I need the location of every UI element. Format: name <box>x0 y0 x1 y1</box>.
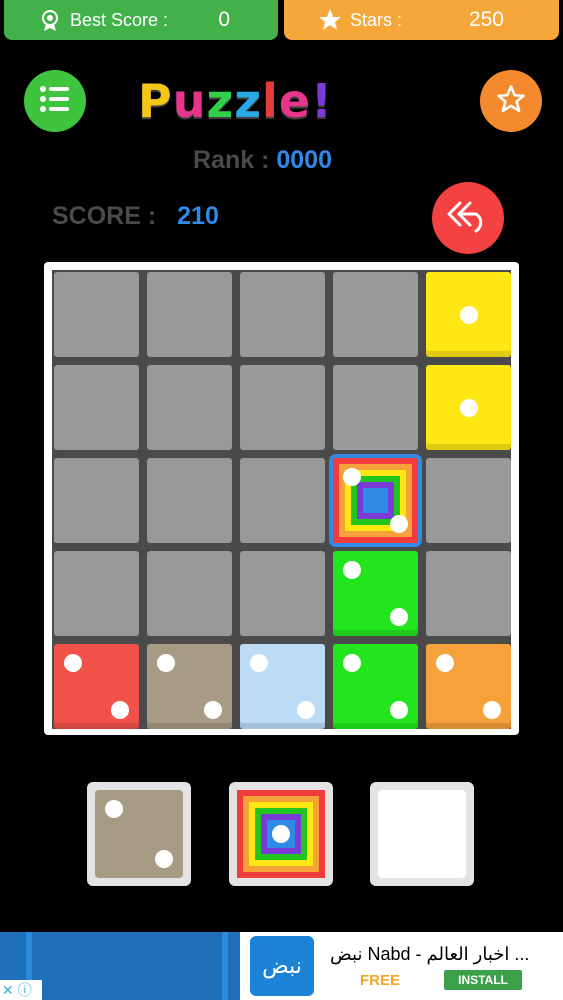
board-cell-empty[interactable] <box>54 458 139 543</box>
board-cell-empty[interactable] <box>240 458 325 543</box>
board-cell-empty[interactable] <box>240 272 325 357</box>
board-tile[interactable] <box>333 644 418 729</box>
game-board <box>44 262 519 735</box>
list-icon <box>39 85 71 118</box>
board-cell-empty[interactable] <box>333 365 418 450</box>
pip <box>342 467 361 486</box>
pip <box>459 398 478 417</box>
pip <box>111 701 130 720</box>
game-logo: Puzzle! <box>138 76 428 126</box>
board-tile[interactable] <box>147 644 232 729</box>
board-tile[interactable] <box>426 644 511 729</box>
star-icon <box>318 8 342 32</box>
logo-letter: z <box>234 74 263 128</box>
pip <box>342 560 361 579</box>
score-display: SCORE : 210 <box>52 202 219 231</box>
rank-value: 0000 <box>276 146 332 174</box>
best-score-bar: Best Score : 0 <box>4 0 278 40</box>
pip <box>63 653 82 672</box>
undo-icon <box>446 199 490 238</box>
tray-piece[interactable] <box>378 790 466 878</box>
board-cell-empty[interactable] <box>333 272 418 357</box>
board-cell-empty[interactable] <box>147 458 232 543</box>
info-icon[interactable]: ⓘ <box>18 980 32 1000</box>
board-cell-empty[interactable] <box>147 272 232 357</box>
logo-letter: ! <box>311 74 333 128</box>
board-cell-empty[interactable] <box>54 365 139 450</box>
board-tile[interactable] <box>240 644 325 729</box>
board-cell-empty[interactable] <box>426 551 511 636</box>
ad-title: نبض Nabd - اخبار العالم ... <box>330 944 530 964</box>
ad-free-label: FREE <box>360 972 401 989</box>
tray-slot-2[interactable] <box>229 782 333 886</box>
board-cell-empty[interactable] <box>240 365 325 450</box>
undo-button[interactable] <box>432 182 504 254</box>
close-icon[interactable]: ✕ <box>2 982 14 999</box>
tray-slot-3[interactable] <box>370 782 474 886</box>
pip <box>390 608 409 627</box>
board-grid <box>52 270 511 729</box>
board-tile[interactable] <box>54 644 139 729</box>
medal-icon <box>38 8 62 32</box>
board-cell-empty[interactable] <box>426 458 511 543</box>
board-cell-empty[interactable] <box>147 365 232 450</box>
stars-label: Stars : <box>350 9 403 30</box>
board-tile[interactable] <box>333 458 418 543</box>
pip <box>297 701 316 720</box>
board-cell-empty[interactable] <box>147 551 232 636</box>
score-value: 210 <box>177 202 219 230</box>
pip <box>154 849 173 868</box>
pip <box>105 800 124 819</box>
score-label: SCORE : <box>52 202 157 230</box>
star-outline-icon <box>496 84 526 119</box>
pip <box>204 701 223 720</box>
logo-letter: z <box>206 74 235 128</box>
pip <box>249 653 268 672</box>
logo-letter: P <box>138 74 173 128</box>
stars-value: 250 <box>468 8 504 31</box>
board-cell-empty[interactable] <box>240 551 325 636</box>
ad-install-button[interactable]: INSTALL <box>444 970 522 990</box>
ad-app-logo: نبض <box>250 936 314 996</box>
pip <box>390 701 409 720</box>
menu-button[interactable] <box>24 70 86 132</box>
board-tile[interactable] <box>333 551 418 636</box>
board-tile[interactable] <box>426 365 511 450</box>
pip <box>156 653 175 672</box>
tray-piece[interactable] <box>95 790 183 878</box>
logo-letter: l <box>262 74 279 128</box>
best-score-label: Best Score : <box>70 9 169 30</box>
logo-letter: u <box>172 74 207 128</box>
tray-slot-1[interactable] <box>87 782 191 886</box>
logo-letter: e <box>278 74 312 128</box>
favorite-button[interactable] <box>480 70 542 132</box>
stars-bar: Stars : 250 <box>284 0 559 40</box>
board-tile[interactable] <box>426 272 511 357</box>
rank-display: Rank : 0000 <box>193 146 332 175</box>
rank-label: Rank : <box>193 146 270 174</box>
pip <box>272 825 290 843</box>
pip <box>459 305 478 324</box>
pip <box>435 653 454 672</box>
board-cell-empty[interactable] <box>54 272 139 357</box>
board-cell-empty[interactable] <box>54 551 139 636</box>
ad-close[interactable]: ✕ ⓘ <box>0 980 42 1000</box>
tray-piece[interactable] <box>237 790 325 878</box>
best-score-value: 0 <box>218 8 230 31</box>
pip <box>483 701 502 720</box>
pip <box>342 653 361 672</box>
